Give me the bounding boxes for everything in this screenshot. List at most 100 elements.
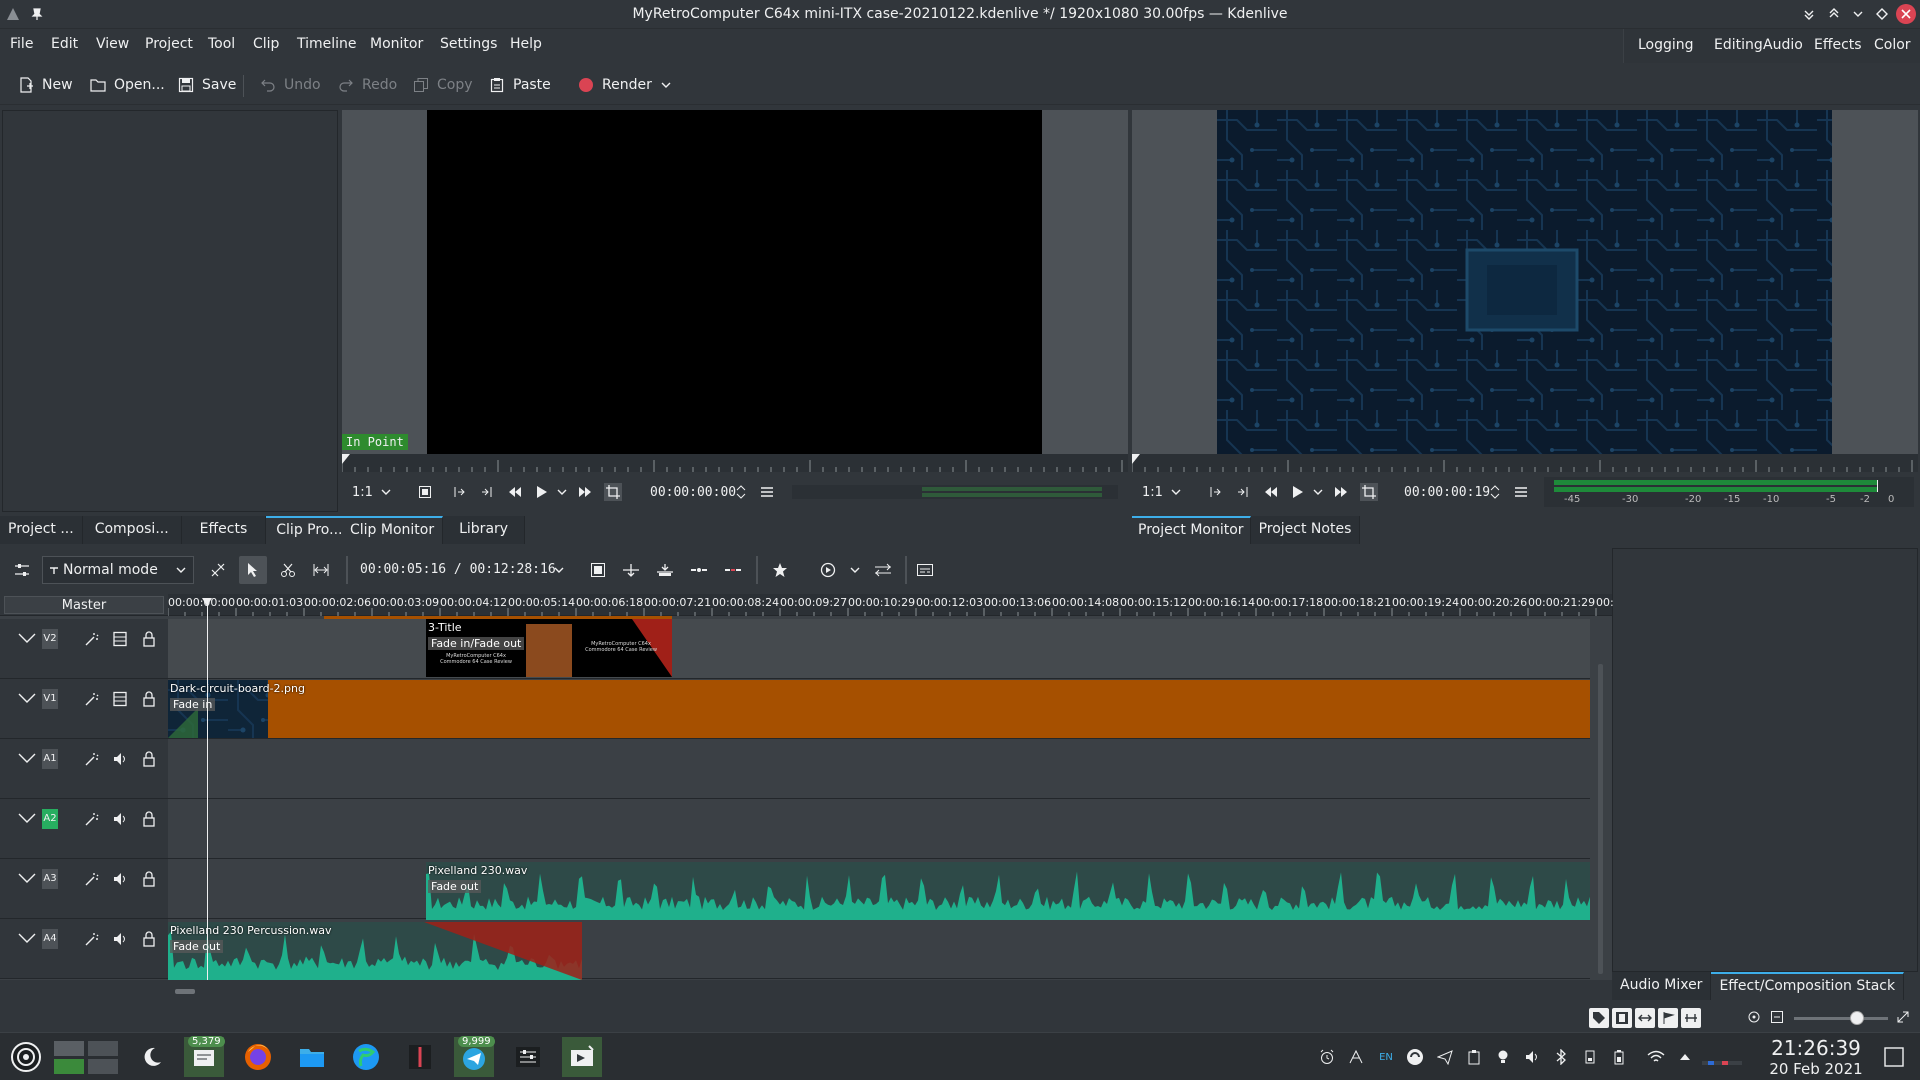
menu-help[interactable]: Help	[510, 29, 542, 59]
maximize-icon[interactable]	[1873, 5, 1891, 23]
hide-track-film-icon[interactable]	[112, 631, 128, 647]
virtual-desktop-pager[interactable]	[50, 1037, 122, 1077]
menu-edit[interactable]: Edit	[51, 29, 78, 59]
zoom-out-icon[interactable]	[1770, 1010, 1784, 1024]
close-icon[interactable]	[1896, 4, 1916, 24]
lock-track-icon[interactable]	[142, 931, 156, 947]
menu-settings[interactable]: Settings	[440, 29, 497, 59]
track-row[interactable]	[168, 619, 1590, 679]
chevron-down-icon[interactable]	[380, 486, 392, 498]
zoom-fit-icon[interactable]	[1747, 1010, 1761, 1024]
tab-audio-mixer[interactable]: Audio Mixer	[1612, 972, 1712, 1000]
mute-track-speaker-icon[interactable]	[112, 751, 128, 767]
clip-monitor-timecode[interactable]: 00:00:00:00	[650, 485, 736, 500]
tab-project-notes[interactable]: Project Notes	[1250, 516, 1361, 544]
copy-button[interactable]: Copy	[413, 65, 473, 105]
lock-track-icon[interactable]	[142, 631, 156, 647]
collapse-track-icon[interactable]	[18, 811, 36, 825]
chevron-down-icon[interactable]	[1170, 486, 1182, 498]
track-name[interactable]: A4	[42, 929, 58, 949]
project-monitor-ruler[interactable]	[1132, 454, 1918, 472]
battery-icon[interactable]	[1609, 1047, 1629, 1067]
tag-icon[interactable]	[1589, 1008, 1609, 1028]
timeline-position[interactable]: 00:00:05:16 / 00:12:28:16	[360, 562, 556, 577]
tab-effect-composition-stack[interactable]: Effect/Composition Stack	[1711, 972, 1905, 1000]
zone-icon[interactable]	[1681, 1008, 1701, 1028]
send-icon[interactable]	[1435, 1047, 1455, 1067]
minimize-icon[interactable]	[1849, 5, 1867, 23]
track-effects-icon[interactable]	[84, 931, 100, 947]
clock-time[interactable]: 21:26:39	[1768, 1037, 1864, 1059]
track-name[interactable]: A3	[42, 869, 58, 889]
clock-date[interactable]: 20 Feb 2021	[1768, 1060, 1864, 1078]
subtitle-icon[interactable]	[916, 562, 934, 578]
alarm-icon[interactable]	[1317, 1047, 1337, 1067]
playhead-handle[interactable]	[202, 598, 212, 606]
collapse-track-icon[interactable]	[18, 751, 36, 765]
lift-icon[interactable]	[724, 562, 742, 578]
extract-icon[interactable]	[690, 562, 708, 578]
set-zone-in-icon[interactable]	[1208, 485, 1222, 499]
tab-project-bin[interactable]: Project ...	[0, 516, 83, 544]
overwrite-clip-icon[interactable]	[656, 562, 674, 578]
record-audio-icon[interactable]	[820, 562, 836, 578]
split-audio-icon[interactable]	[1635, 1008, 1655, 1028]
audio-clip-a4[interactable]: Pixelland 230 Percussion.wav Fade out	[168, 922, 582, 980]
timeline-vertical-scrollbar[interactable]	[1598, 664, 1603, 974]
mute-track-speaker-icon[interactable]	[112, 871, 128, 887]
tab-compositions[interactable]: Composi...	[82, 516, 182, 544]
device-notifier-icon[interactable]	[1580, 1047, 1600, 1067]
rewind-icon[interactable]	[508, 485, 522, 499]
application-launcher-icon[interactable]	[6, 1037, 46, 1077]
project-monitor-timecode[interactable]: 00:00:00:19	[1404, 485, 1490, 500]
tab-clip-monitor[interactable]: Clip Monitor	[342, 516, 444, 544]
clip-monitor-zoom[interactable]: 1:1	[352, 485, 373, 500]
track-effects-icon[interactable]	[84, 811, 100, 827]
menu-view[interactable]: View	[96, 29, 129, 59]
mute-track-speaker-icon[interactable]	[112, 811, 128, 827]
hamburger-menu-icon[interactable]	[760, 485, 774, 499]
fit-zoom-icon[interactable]	[590, 562, 606, 578]
render-button[interactable]: Render	[578, 65, 652, 105]
update-icon[interactable]	[1405, 1047, 1425, 1067]
track-effects-icon[interactable]	[84, 691, 100, 707]
timecode-spin-icon[interactable]	[736, 484, 746, 500]
collapse-track-icon[interactable]	[18, 691, 36, 705]
title-clip[interactable]: MyRetroComputer C64x Commodore 64 Case R…	[426, 619, 672, 677]
tray-expand-icon[interactable]	[1675, 1047, 1695, 1067]
timeline-ruler[interactable]: 00:00:00:00 00:00:01:03 00:00:02:06 00:00:0…	[168, 594, 1614, 616]
track-settings-icon[interactable]	[14, 562, 30, 578]
keyboard-layout[interactable]: EN	[1376, 1047, 1396, 1067]
tab-library[interactable]: Library	[443, 516, 526, 544]
track-row[interactable]	[168, 799, 1590, 859]
task-notes-app[interactable]: 5,379	[184, 1036, 225, 1077]
lock-track-icon[interactable]	[142, 811, 156, 827]
track-name[interactable]: A1	[42, 749, 58, 769]
project-monitor-screen[interactable]	[1217, 110, 1832, 454]
render-menu-button[interactable]	[660, 65, 672, 105]
play-icon[interactable]	[1290, 485, 1304, 499]
lock-track-icon[interactable]	[142, 871, 156, 887]
firefox-icon[interactable]	[238, 1037, 278, 1077]
clip-monitor-ruler[interactable]	[342, 454, 1128, 472]
master-button[interactable]: Master	[4, 596, 164, 614]
file-manager-icon[interactable]	[292, 1037, 332, 1077]
track-name[interactable]: V1	[42, 689, 58, 709]
workspace-logging[interactable]: Logging	[1638, 29, 1694, 61]
chevron-down-icon[interactable]	[553, 564, 565, 576]
zoom-slider-track[interactable]	[1794, 1017, 1888, 1020]
browser-globe-icon[interactable]	[346, 1037, 386, 1077]
project-monitor-zoom[interactable]: 1:1	[1142, 485, 1163, 500]
multitrack-icon[interactable]	[874, 562, 892, 578]
clipboard-icon[interactable]	[1464, 1047, 1484, 1067]
new-button[interactable]: New	[18, 65, 73, 105]
menu-clip[interactable]: Clip	[253, 29, 279, 59]
wifi-icon[interactable]	[1646, 1047, 1666, 1067]
mixer-app-icon[interactable]	[508, 1037, 548, 1077]
track-row[interactable]	[168, 739, 1590, 799]
tab-clip-properties[interactable]: Clip Pro...	[266, 516, 354, 544]
lightbulb-icon[interactable]	[1493, 1047, 1513, 1067]
workspace-audio[interactable]: Audio	[1763, 29, 1803, 61]
telegram-task[interactable]: 9,999	[454, 1036, 495, 1077]
playhead[interactable]	[207, 598, 208, 980]
